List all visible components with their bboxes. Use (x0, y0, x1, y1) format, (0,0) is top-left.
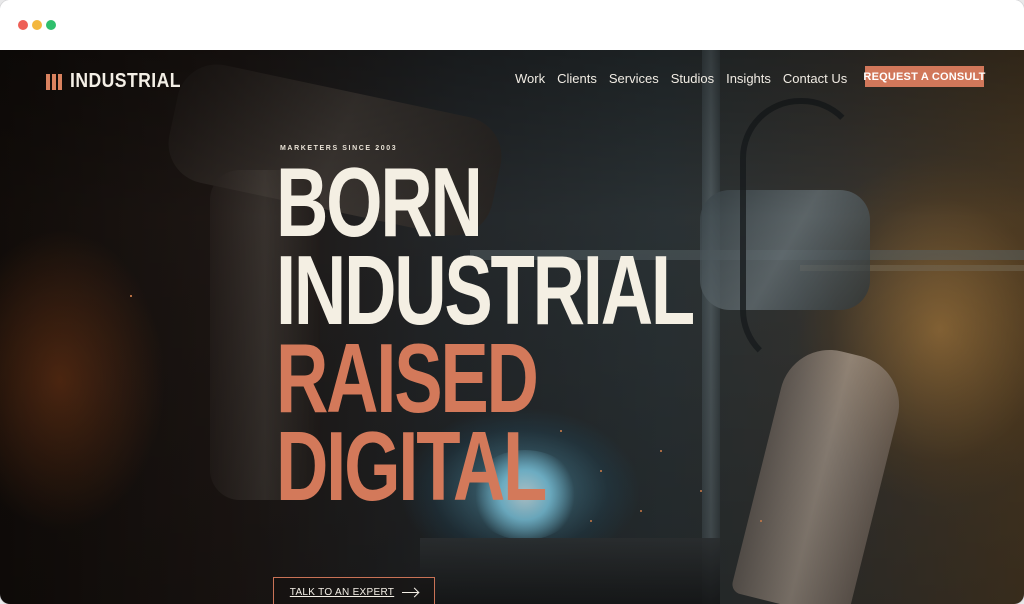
talk-to-expert-button[interactable]: TALK TO AN EXPERT (273, 577, 435, 604)
brand-name: INDUSTRIAL (70, 70, 181, 92)
minimize-window-dot[interactable] (32, 20, 42, 30)
close-window-dot[interactable] (18, 20, 28, 30)
talk-to-expert-label: TALK TO AN EXPERT (289, 587, 395, 598)
browser-window: INDUSTRIAL Work Clients Services Studios… (0, 0, 1024, 604)
headline-line-industrial: INDUSTRIAL (276, 235, 695, 345)
main-nav: Work Clients Services Studios Insights C… (515, 71, 859, 86)
nav-item-services[interactable]: Services (609, 71, 659, 86)
maximize-window-dot[interactable] (46, 20, 56, 30)
window-titlebar (0, 0, 1024, 50)
nav-item-insights[interactable]: Insights (726, 71, 771, 86)
headline-line-digital: DIGITAL (276, 411, 547, 521)
nav-item-clients[interactable]: Clients (557, 71, 597, 86)
nav-item-contact-us[interactable]: Contact Us (783, 71, 847, 86)
bars-logo-icon (46, 73, 62, 90)
brand-logo[interactable]: INDUSTRIAL (46, 70, 196, 93)
nav-item-work[interactable]: Work (515, 71, 545, 86)
arrow-right-icon (402, 592, 419, 593)
headline-line-raised: RAISED (276, 323, 539, 433)
headline-line-born: BORN (276, 147, 483, 257)
hero-headline: BORN INDUSTRIAL RAISED DIGITAL (276, 147, 839, 521)
nav-item-studios[interactable]: Studios (671, 71, 714, 86)
request-consult-button[interactable]: REQUEST A CONSULT (863, 66, 985, 87)
hero-section: INDUSTRIAL Work Clients Services Studios… (0, 50, 1024, 604)
